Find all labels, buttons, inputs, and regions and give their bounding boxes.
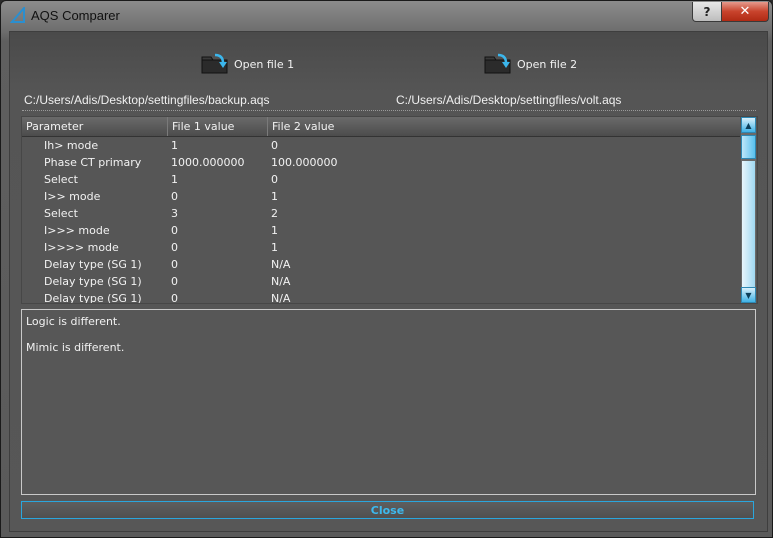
open-file-1-label: Open file 1 — [234, 57, 295, 71]
table-row[interactable]: I>> mode 0 1 — [22, 188, 740, 205]
column-header-parameter[interactable]: Parameter — [22, 117, 168, 136]
cell-file2-value: 0 — [271, 173, 278, 186]
scroll-up-arrow-icon[interactable]: ▲ — [741, 117, 756, 133]
file-1-path: C:/Users/Adis/Desktop/settingfiles/backu… — [24, 93, 270, 107]
app-logo-icon — [10, 7, 25, 23]
cell-file2-value: 100.000000 — [271, 156, 338, 169]
table-row[interactable]: Delay type (SG 1) 0 N/A — [22, 256, 740, 273]
cell-file1-value: 1 — [171, 139, 178, 152]
table-row[interactable]: Delay type (SG 1) 0 N/A — [22, 273, 740, 290]
cell-parameter: Delay type (SG 1) — [44, 275, 142, 288]
cell-file2-value: 1 — [271, 190, 278, 203]
cell-file2-value: 0 — [271, 139, 278, 152]
window-close-button[interactable]: ✕ — [721, 2, 769, 22]
table-row[interactable]: I>>> mode 0 1 — [22, 222, 740, 239]
log-line: Logic is different. — [26, 315, 121, 328]
cell-file2-value: N/A — [271, 275, 291, 288]
table-row[interactable]: Select 3 2 — [22, 205, 740, 222]
cell-parameter: Select — [44, 207, 78, 220]
open-file-1-button[interactable]: Open file 1 — [201, 52, 294, 76]
table-row[interactable]: I>>>> mode 0 1 — [22, 239, 740, 256]
cell-file2-value: 1 — [271, 241, 278, 254]
cell-file1-value: 0 — [171, 241, 178, 254]
cell-parameter: Phase CT primary — [44, 156, 142, 169]
table-row[interactable]: Phase CT primary 1000.000000 100.000000 — [22, 154, 740, 171]
differences-log: Logic is different. Mimic is different. — [21, 309, 756, 495]
cell-file1-value: 0 — [171, 292, 178, 304]
open-file-2-label: Open file 2 — [517, 57, 578, 71]
cell-parameter: Ih> mode — [44, 139, 99, 152]
log-line: Mimic is different. — [26, 341, 125, 354]
cell-file2-value: 2 — [271, 207, 278, 220]
cell-parameter: Select — [44, 173, 78, 186]
cell-file2-value: 1 — [271, 224, 278, 237]
close-button[interactable]: Close — [21, 501, 754, 519]
divider — [22, 110, 756, 111]
help-button[interactable]: ? — [692, 2, 722, 22]
scroll-track[interactable] — [742, 161, 755, 287]
column-header-file1[interactable]: File 1 value — [168, 117, 268, 136]
cell-file1-value: 0 — [171, 224, 178, 237]
cell-file1-value: 3 — [171, 207, 178, 220]
title-bar: AQS Comparer ? ✕ — [1, 1, 772, 31]
scroll-down-arrow-icon[interactable]: ▼ — [741, 287, 756, 303]
cell-parameter: I>>> mode — [44, 224, 110, 237]
cell-file1-value: 0 — [171, 275, 178, 288]
cell-parameter: I>>>> mode — [44, 241, 119, 254]
open-folder-icon — [484, 53, 512, 75]
grid-rows: Ih> mode 1 0 Phase CT primary 1000.000000 100… — [22, 137, 740, 304]
main-panel: Open file 1 Open file 2 C:/Users/Adis/De… — [9, 31, 768, 532]
open-file-2-button[interactable]: Open file 2 — [484, 52, 577, 76]
vertical-scrollbar[interactable]: ▲ ▼ — [741, 117, 756, 303]
file-2-path: C:/Users/Adis/Desktop/settingfiles/volt.… — [396, 93, 622, 107]
column-header-file2[interactable]: File 2 value — [268, 117, 368, 136]
table-row[interactable]: Delay type (SG 1) 0 N/A — [22, 290, 740, 304]
cell-file1-value: 1000.000000 — [171, 156, 245, 169]
comparison-grid: Parameter File 1 value File 2 value Ih> … — [21, 116, 758, 304]
table-row[interactable]: Ih> mode 1 0 — [22, 137, 740, 154]
cell-file1-value: 0 — [171, 258, 178, 271]
cell-file2-value: N/A — [271, 258, 291, 271]
table-row[interactable]: Select 1 0 — [22, 171, 740, 188]
grid-header: Parameter File 1 value File 2 value — [22, 117, 740, 137]
window-title: AQS Comparer — [31, 8, 120, 23]
open-folder-icon — [201, 53, 229, 75]
cell-parameter: Delay type (SG 1) — [44, 258, 142, 271]
cell-file1-value: 1 — [171, 173, 178, 186]
cell-file1-value: 0 — [171, 190, 178, 203]
cell-parameter: I>> mode — [44, 190, 101, 203]
app-window: AQS Comparer ? ✕ Open file 1 Open file 2… — [0, 0, 773, 538]
cell-file2-value: N/A — [271, 292, 291, 304]
cell-parameter: Delay type (SG 1) — [44, 292, 142, 304]
scroll-thumb[interactable] — [741, 135, 756, 159]
